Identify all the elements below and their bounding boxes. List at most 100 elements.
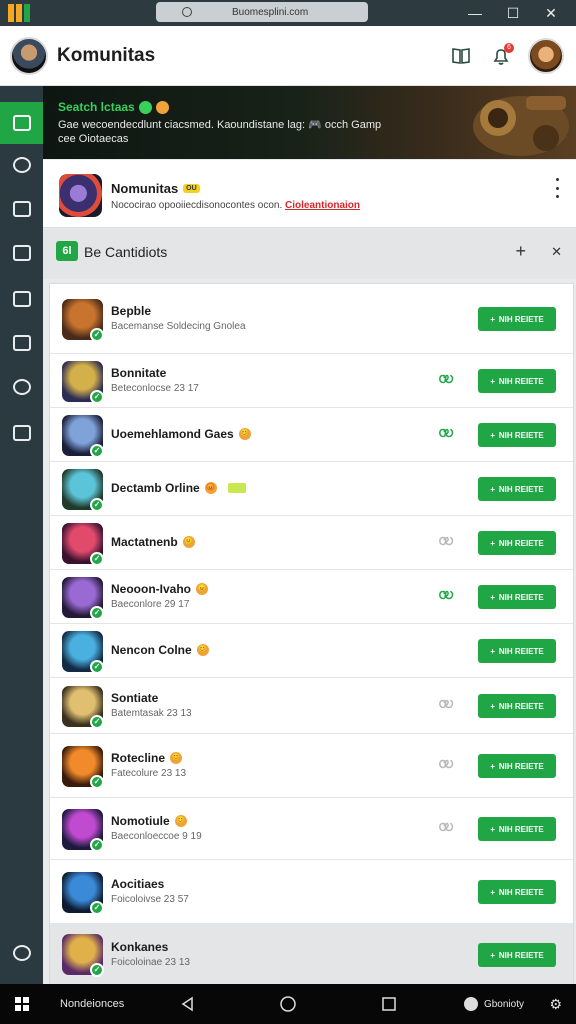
list-item-12[interactable]: ✓ Konkanes Foicoloinae 23 13 + NIH REIET…: [50, 924, 573, 985]
close-button[interactable]: ✕: [532, 5, 570, 22]
add-button[interactable]: +: [515, 241, 526, 262]
announcement-banner[interactable]: Seatch lctaas Gae wecoendecdlunt ciacsme…: [43, 86, 576, 159]
join-button[interactable]: + NIH REIETE: [478, 943, 556, 967]
list-item-10[interactable]: ✓ Nomotiule 😊 Baeconloeccoe 9 19 + NIH R…: [50, 798, 573, 860]
join-button[interactable]: + NIH REIETE: [478, 531, 556, 555]
game-name: Mactatnenb: [111, 535, 178, 549]
list-item-11[interactable]: ✓ Aocitiaes Foicoloivse 23 57 + NIH REIE…: [50, 860, 573, 924]
join-label: NIH REIETE: [498, 950, 544, 960]
community-badge: OU: [183, 184, 200, 193]
plus-icon: +: [490, 376, 495, 386]
join-button[interactable]: + NIH REIETE: [478, 639, 556, 663]
recents-icon[interactable]: [379, 994, 399, 1014]
home-circle-icon[interactable]: [278, 994, 298, 1014]
community-name: Nomunitas: [111, 181, 179, 196]
library-icon: [12, 245, 31, 261]
sidebar-item-library[interactable]: [0, 232, 43, 274]
plus-icon: +: [490, 950, 495, 960]
check-icon: ✓: [90, 552, 104, 566]
check-icon: ✓: [90, 390, 104, 404]
community-link[interactable]: Cioleantionaion: [285, 200, 360, 211]
check-icon: ✓: [90, 498, 104, 512]
cog-icon: [12, 379, 31, 395]
news-icon: [12, 201, 31, 217]
controller-icon: ᏣᎧ: [439, 536, 453, 548]
join-button[interactable]: + NIH REIETE: [478, 880, 556, 904]
controller-icon: ᏣᎧ: [439, 590, 453, 602]
emoji-icon: 😠: [196, 583, 208, 595]
gear-icon: [12, 157, 31, 173]
maximize-button[interactable]: ☐: [494, 5, 532, 22]
plus-icon: +: [490, 887, 495, 897]
join-button[interactable]: + NIH REIETE: [478, 477, 556, 501]
chat-icon: [12, 335, 31, 351]
game-subtitle: Baeconlore 29 17: [111, 599, 190, 610]
sidebar-item-plugins[interactable]: [0, 366, 43, 408]
sidebar-item-store[interactable]: [0, 412, 43, 454]
list-item-8[interactable]: ✓ Sontiate Batemtasak 23 13 + NIH REIETE…: [50, 678, 573, 734]
taskbar: Nondeionces Gbonioty ⚙: [0, 984, 576, 1024]
back-icon[interactable]: [178, 994, 198, 1014]
more-options-icon[interactable]: [554, 178, 560, 198]
list-item-5[interactable]: ✓ Mactatnenb 😐 + NIH REIETE ᏣᎧ: [50, 516, 573, 570]
game-subtitle: Fatecolure 23 13: [111, 768, 187, 779]
window-titlebar: Buomesplini.com — ☐ ✕: [0, 0, 576, 26]
check-icon: ✓: [90, 328, 104, 342]
join-button[interactable]: + NIH REIETE: [478, 307, 556, 331]
join-label: NIH REIETE: [498, 887, 544, 897]
sidebar-item-help[interactable]: [0, 932, 43, 974]
address-bar[interactable]: Buomesplini.com: [156, 2, 368, 22]
controller-icon: ᏣᎧ: [439, 822, 453, 834]
game-name: Sontiate: [111, 691, 159, 705]
emoji-icon: 😐: [182, 536, 195, 548]
join-button[interactable]: + NIH REIETE: [478, 423, 556, 447]
sidebar-item-edit[interactable]: [0, 278, 43, 320]
join-button[interactable]: + NIH REIETE: [478, 369, 556, 393]
list-item-7[interactable]: ✓ Nencon Colne 😊 + NIH REIETE: [50, 624, 573, 678]
taskbar-label: Nondeionces: [60, 998, 125, 1010]
join-label: NIH REIETE: [498, 824, 544, 834]
sidebar-item-news[interactable]: [0, 188, 43, 230]
minimize-button[interactable]: —: [456, 5, 494, 21]
home-icon: [12, 115, 31, 131]
community-avatar[interactable]: [10, 36, 48, 75]
settings-icon[interactable]: ⚙: [549, 996, 562, 1013]
game-name: Bonnitate: [111, 366, 167, 380]
list-item-2[interactable]: ✓ Bonnitate Beteconlocse 23 17 + NIH REI…: [50, 354, 573, 408]
edit-icon: [12, 291, 31, 307]
sidebar-item-home[interactable]: [0, 102, 43, 144]
join-button[interactable]: + NIH REIETE: [478, 754, 556, 778]
check-icon: ✓: [90, 660, 104, 674]
sidebar: [0, 86, 43, 984]
game-name: Nomotiule: [111, 814, 170, 828]
join-button[interactable]: + NIH REIETE: [478, 817, 556, 841]
notifications-button[interactable]: 6: [488, 43, 514, 69]
list-item-1[interactable]: ✓ Bepble Bacemanse Soldecing Gnolea + NI…: [50, 284, 573, 354]
list-item-6[interactable]: ✓ Neooon-Ivaho 😠 Baeconlore 29 17 + NIH …: [50, 570, 573, 624]
sidebar-item-settings[interactable]: [0, 144, 43, 186]
list-item-4[interactable]: ✓ Dectamb Orline 😡 + NIH REIETE: [50, 462, 573, 516]
emoji-icon: 😊: [174, 815, 187, 827]
windows-start-icon[interactable]: [15, 997, 29, 1011]
list-item-3[interactable]: ✓ Uoemehlamond Gaes 😊 + NIH REIETE ᏣᎧ: [50, 408, 573, 462]
join-label: NIH REIETE: [498, 592, 544, 602]
controller-icon: ᏣᎧ: [439, 374, 453, 386]
join-button[interactable]: + NIH REIETE: [478, 585, 556, 609]
collapse-button[interactable]: ✕: [551, 244, 562, 260]
controller-icon: ᏣᎧ: [439, 759, 453, 771]
emoji-icon: [155, 100, 169, 114]
page-header: Komunitas 6: [0, 26, 576, 86]
join-label: NIH REIETE: [498, 430, 544, 440]
bookmark-button[interactable]: [448, 43, 474, 69]
join-label: NIH REIETE: [498, 646, 544, 656]
join-label: NIH REIETE: [498, 376, 544, 386]
store-icon: [12, 425, 31, 441]
check-icon: ✓: [90, 606, 104, 620]
game-name: Dectamb Orline: [111, 481, 200, 495]
sidebar-item-chat[interactable]: [0, 322, 43, 364]
community-card[interactable]: Nomunitas OU Nococirao opooiiecdisonocon…: [43, 160, 576, 228]
join-button[interactable]: + NIH REIETE: [478, 694, 556, 718]
check-icon: ✓: [90, 963, 104, 977]
list-item-9[interactable]: ✓ Rotecline 😊 Fatecolure 23 13 + NIH REI…: [50, 734, 573, 798]
user-avatar[interactable]: [528, 38, 564, 74]
